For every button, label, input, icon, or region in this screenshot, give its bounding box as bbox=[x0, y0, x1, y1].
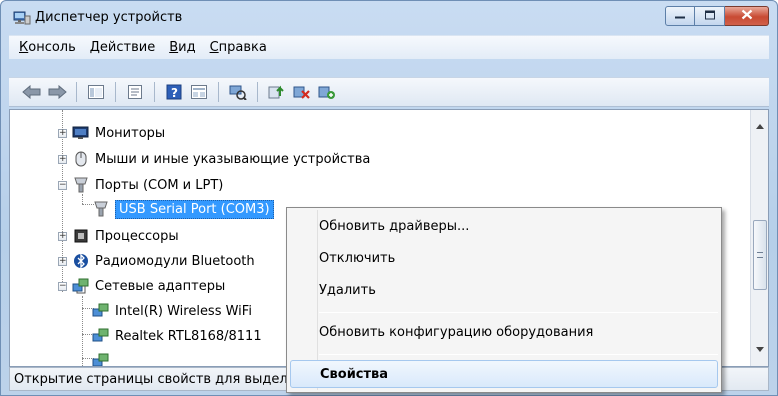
device-manager-icon bbox=[13, 10, 31, 26]
close-icon bbox=[741, 9, 752, 24]
tree-item-label: Intel(R) Wireless WiFi bbox=[115, 303, 252, 319]
menu-action[interactable]: Действие bbox=[90, 40, 155, 55]
network-adapter-icon bbox=[92, 353, 110, 366]
toolbar: ? bbox=[9, 77, 769, 107]
collapse-toggle[interactable]: − bbox=[58, 282, 67, 291]
network-adapter-icon bbox=[92, 328, 110, 344]
context-menu-separator bbox=[319, 354, 718, 355]
scroll-down-icon[interactable] bbox=[756, 347, 764, 352]
bluetooth-icon bbox=[72, 253, 90, 269]
tree-item-bluetooth[interactable]: Радиомодули Bluetooth bbox=[72, 250, 255, 272]
scroll-up-icon[interactable] bbox=[756, 124, 764, 129]
uninstall-device-icon[interactable] bbox=[316, 82, 338, 102]
ctx-uninstall[interactable]: Удалить bbox=[319, 276, 376, 304]
minimize-button[interactable] bbox=[665, 6, 695, 26]
port-icon bbox=[72, 177, 90, 193]
context-menu: Обновить драйверы... Отключить Удалить О… bbox=[286, 207, 722, 393]
minimize-icon bbox=[675, 9, 685, 24]
collapse-toggle[interactable]: − bbox=[58, 181, 67, 190]
toolbar-separator bbox=[115, 82, 116, 102]
disable-device-icon[interactable] bbox=[291, 82, 313, 102]
network-adapter-icon bbox=[72, 278, 90, 294]
context-menu-separator bbox=[319, 312, 718, 313]
scroll-thumb[interactable] bbox=[753, 220, 767, 290]
show-hide-tree-icon[interactable] bbox=[85, 82, 107, 102]
svg-text:?: ? bbox=[171, 86, 178, 100]
expand-toggle[interactable]: + bbox=[58, 155, 67, 164]
ctx-scan-hardware[interactable]: Обновить конфигурацию оборудования bbox=[319, 318, 593, 346]
toolbar-separator bbox=[218, 82, 219, 102]
update-driver-icon[interactable] bbox=[266, 82, 288, 102]
toolbar-separator bbox=[257, 82, 258, 102]
tree-item-realtek[interactable]: Realtek RTL8168/8111 bbox=[92, 325, 262, 347]
menu-help[interactable]: Справка bbox=[210, 40, 267, 55]
expand-toggle[interactable]: + bbox=[58, 232, 67, 241]
help-icon[interactable]: ? bbox=[163, 82, 185, 102]
properties-icon[interactable] bbox=[124, 82, 146, 102]
window-title: Диспетчер устройств bbox=[35, 10, 183, 25]
forward-arrow-icon[interactable] bbox=[46, 82, 68, 102]
maximize-icon bbox=[704, 9, 715, 24]
expand-toggle[interactable]: + bbox=[58, 129, 67, 138]
tree-item-network-adapters[interactable]: Сетевые адаптеры bbox=[72, 275, 225, 297]
vertical-scrollbar[interactable] bbox=[750, 110, 768, 366]
network-adapter-icon bbox=[92, 303, 110, 319]
tree-item-monitors[interactable]: Мониторы bbox=[72, 122, 165, 144]
view-icon[interactable] bbox=[188, 82, 210, 102]
tree-item-usb-serial-port[interactable]: USB Serial Port (COM3) bbox=[92, 198, 274, 220]
tree-item-intel-wireless[interactable]: Intel(R) Wireless WiFi bbox=[92, 300, 252, 322]
close-button[interactable] bbox=[725, 6, 769, 26]
tree-item-ports[interactable]: Порты (COM и LPT) bbox=[72, 174, 223, 196]
port-icon bbox=[92, 201, 110, 217]
tree-item-processors[interactable]: Процессоры bbox=[72, 225, 179, 247]
menu-bar: Консоль Действие Вид Справка bbox=[9, 35, 769, 59]
toolbar-separator bbox=[154, 82, 155, 102]
maximize-button[interactable] bbox=[695, 6, 725, 26]
tree-item-label: Сетевые адаптеры bbox=[95, 278, 226, 294]
ctx-update-drivers[interactable]: Обновить драйверы... bbox=[319, 212, 469, 240]
ctx-properties[interactable]: Свойства bbox=[290, 360, 718, 388]
tree-item-network-partial[interactable] bbox=[92, 350, 115, 366]
mouse-icon bbox=[72, 151, 90, 167]
tree-item-mice[interactable]: Мыши и иные указывающие устройства bbox=[72, 148, 370, 170]
tree-item-label: Мыши и иные указывающие устройства bbox=[95, 151, 371, 167]
tree-item-label: Радиомодули Bluetooth bbox=[95, 253, 255, 269]
menu-console[interactable]: Консоль bbox=[19, 40, 76, 55]
ctx-disable[interactable]: Отключить bbox=[319, 244, 395, 272]
tree-line bbox=[82, 296, 83, 366]
menu-view[interactable]: Вид bbox=[169, 40, 195, 55]
expand-toggle[interactable]: + bbox=[58, 257, 67, 266]
tree-item-label: USB Serial Port (COM3) bbox=[115, 199, 274, 219]
monitor-icon bbox=[72, 125, 90, 141]
title-bar[interactable]: Диспетчер устройств bbox=[9, 3, 769, 33]
tree-item-label: Процессоры bbox=[95, 228, 179, 244]
window-controls bbox=[665, 6, 769, 26]
toolbar-separator bbox=[76, 82, 77, 102]
tree-item-label: Мониторы bbox=[95, 125, 166, 141]
grip-icon bbox=[757, 252, 763, 258]
tree-item-label: Realtek RTL8168/8111 bbox=[115, 328, 262, 344]
back-arrow-icon[interactable] bbox=[21, 82, 43, 102]
tree-item-label: Порты (COM и LPT) bbox=[95, 177, 224, 193]
processor-icon bbox=[72, 228, 90, 244]
scan-hardware-icon[interactable] bbox=[227, 82, 249, 102]
